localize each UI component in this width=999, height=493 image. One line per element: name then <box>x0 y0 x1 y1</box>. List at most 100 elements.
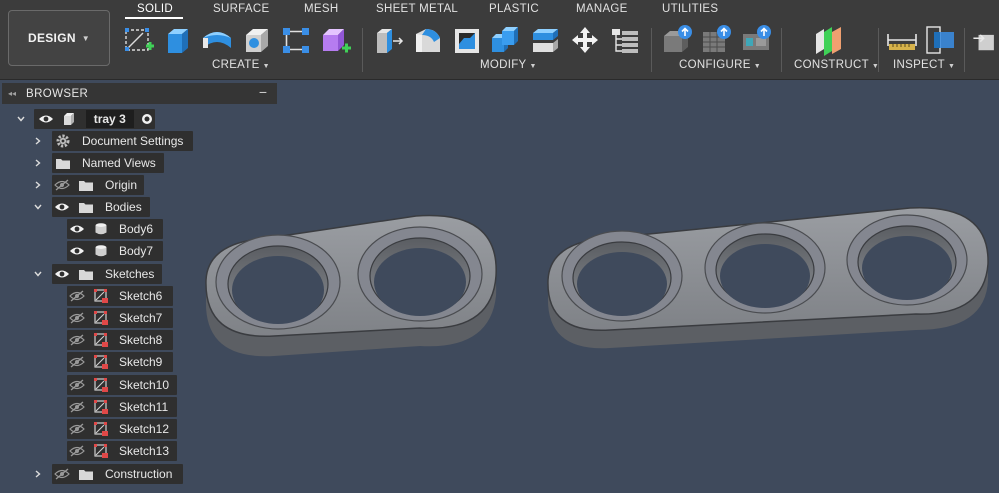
pattern-icon[interactable] <box>279 23 313 57</box>
group-configure[interactable]: CONFIGURE ▼ <box>679 59 761 71</box>
canvas-viewport[interactable] <box>190 190 999 370</box>
sketch-locked-icon <box>91 399 111 415</box>
tree-label: Sketch7 <box>119 311 163 325</box>
move-icon[interactable] <box>568 23 602 57</box>
rule-icon[interactable] <box>740 23 774 57</box>
insert-icon[interactable] <box>970 23 999 57</box>
eye-hidden-icon[interactable] <box>68 423 86 435</box>
chevron-right-icon[interactable] <box>32 175 44 195</box>
tab-solid[interactable]: SOLID <box>137 3 173 15</box>
group-construct-label: CONSTRUCT <box>794 59 869 71</box>
active-tab-indicator <box>125 17 183 19</box>
tree-node-named-views[interactable]: Named Views <box>52 153 164 173</box>
eye-hidden-icon[interactable] <box>53 468 71 480</box>
sketch-locked-icon <box>91 421 111 437</box>
chevron-down-icon[interactable] <box>32 264 44 284</box>
revolve-icon[interactable] <box>200 23 234 57</box>
tree-label: Document Settings <box>82 134 184 148</box>
tree-node-sketch[interactable]: Sketch7 <box>67 308 173 328</box>
tree-node-origin[interactable]: Origin <box>52 175 144 195</box>
tree-label: Origin <box>105 178 138 192</box>
tree-node-sketch[interactable]: Sketch8 <box>67 330 173 350</box>
gear-icon <box>53 133 73 149</box>
eye-hidden-icon[interactable] <box>53 179 71 191</box>
tab-manage[interactable]: MANAGE <box>576 3 628 15</box>
eye-hidden-icon[interactable] <box>68 356 86 368</box>
tree-node-sketch[interactable]: Sketch10 <box>67 375 177 395</box>
table-icon[interactable] <box>700 23 734 57</box>
minimize-icon[interactable]: − <box>259 84 267 100</box>
tree-node-sketch[interactable]: Sketch11 <box>67 397 177 417</box>
chevron-down-icon: ▼ <box>529 63 537 70</box>
offset-plane-icon[interactable] <box>812 23 846 57</box>
eye-hidden-icon[interactable] <box>68 334 86 346</box>
eye-icon[interactable] <box>53 268 71 280</box>
eye-hidden-icon[interactable] <box>68 379 86 391</box>
group-inspect-label: INSPECT <box>893 59 945 71</box>
split-body-icon[interactable] <box>528 23 562 57</box>
tree-label: Body6 <box>119 222 154 236</box>
tab-plastic[interactable]: PLASTIC <box>489 3 539 15</box>
tree-node-sketch[interactable]: Sketch12 <box>67 419 177 439</box>
combine-icon[interactable] <box>489 23 523 57</box>
eye-hidden-icon[interactable] <box>68 312 86 324</box>
chevron-down-icon: ▼ <box>753 63 761 70</box>
chevron-right-icon[interactable] <box>32 464 44 484</box>
tree-label: Sketches <box>105 267 155 281</box>
eye-icon[interactable] <box>68 245 86 257</box>
body6-model[interactable] <box>547 207 989 349</box>
tree-node-body6[interactable]: Body6 <box>67 219 163 239</box>
fillet-icon[interactable] <box>411 23 445 57</box>
press-pull-icon[interactable] <box>372 23 406 57</box>
eye-icon[interactable] <box>36 113 55 125</box>
browser-header[interactable]: ◂◂ BROWSER − <box>2 83 277 104</box>
group-inspect[interactable]: INSPECT ▼ <box>893 59 955 71</box>
tree-label: Body7 <box>119 244 154 258</box>
configure-icon[interactable] <box>661 23 695 57</box>
create-sketch-icon[interactable] <box>122 23 156 57</box>
eye-hidden-icon[interactable] <box>68 290 86 302</box>
component-icon <box>59 112 78 126</box>
sketch-locked-icon <box>91 377 111 393</box>
measure-icon[interactable] <box>885 23 919 57</box>
chevron-right-icon[interactable] <box>32 131 44 151</box>
tree-label: Bodies <box>105 200 142 214</box>
tab-mesh[interactable]: MESH <box>304 3 338 15</box>
eye-icon[interactable] <box>68 223 86 235</box>
tab-utilities[interactable]: UTILITIES <box>662 3 718 15</box>
eye-icon[interactable] <box>53 201 71 213</box>
create-form-icon[interactable] <box>318 23 352 57</box>
activate-radio-icon[interactable] <box>140 113 155 125</box>
collapse-panel-icon[interactable]: ◂◂ <box>8 89 26 98</box>
browser-root-node[interactable]: tray 3 <box>34 109 155 129</box>
group-construct[interactable]: CONSTRUCT ▼ <box>794 59 879 71</box>
tab-surface[interactable]: SURFACE <box>213 3 269 15</box>
extrude-icon[interactable] <box>161 23 195 57</box>
tree-node-construction[interactable]: Construction <box>52 464 183 484</box>
tree-label: Sketch12 <box>119 422 170 436</box>
chevron-right-icon[interactable] <box>32 153 44 173</box>
parameters-icon[interactable] <box>608 23 642 57</box>
interference-icon[interactable] <box>924 23 958 57</box>
workspace-switcher[interactable]: DESIGN ▼ <box>8 10 110 66</box>
tree-node-sketch[interactable]: Sketch6 <box>67 286 173 306</box>
group-modify[interactable]: MODIFY ▼ <box>480 59 537 71</box>
tree-node-sketch[interactable]: Sketch9 <box>67 352 173 372</box>
tree-node-document-settings[interactable]: Document Settings <box>52 131 193 151</box>
tree-node-bodies[interactable]: Bodies <box>52 197 150 217</box>
tree-node-sketches[interactable]: Sketches <box>52 264 162 284</box>
chevron-down-icon[interactable] <box>32 197 44 217</box>
chevron-down-icon[interactable] <box>15 109 27 129</box>
tree-node-body7[interactable]: Body7 <box>67 241 163 261</box>
eye-hidden-icon[interactable] <box>68 445 86 457</box>
tree-node-sketch[interactable]: Sketch13 <box>67 441 177 461</box>
shell-icon[interactable] <box>450 23 484 57</box>
hole-icon[interactable] <box>240 23 274 57</box>
tab-sheet-metal[interactable]: SHEET METAL <box>376 3 458 15</box>
tree-label: Sketch9 <box>119 355 163 369</box>
separator <box>878 28 879 72</box>
body7-model[interactable] <box>205 214 497 357</box>
group-create[interactable]: CREATE ▼ <box>212 59 270 71</box>
eye-hidden-icon[interactable] <box>68 401 86 413</box>
sketch-locked-icon <box>91 288 111 304</box>
